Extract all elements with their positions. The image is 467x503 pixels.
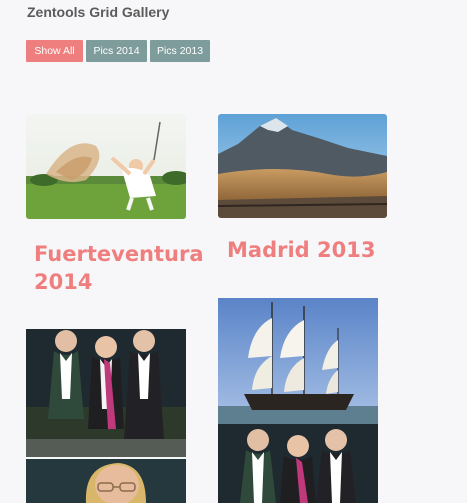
gallery-caption-fuerteventura[interactable]: Fuerteventura 2014 xyxy=(34,240,204,296)
filter-show-all-button[interactable]: Show All xyxy=(26,40,83,62)
filter-pics-2013-button[interactable]: Pics 2013 xyxy=(150,40,210,62)
gallery-image-group-right[interactable] xyxy=(218,424,378,503)
caption-line-2: 2014 xyxy=(34,270,93,294)
caption-line-1: Fuerteventura xyxy=(34,242,204,266)
gallery-image-volcano[interactable] xyxy=(218,114,387,218)
gallery-image-tall-ship[interactable] xyxy=(218,298,378,424)
gallery-image-group-left[interactable] xyxy=(26,329,186,457)
gallery-image-portrait[interactable] xyxy=(26,459,186,503)
gallery-title: Zentools Grid Gallery xyxy=(27,4,170,20)
gallery-caption-madrid[interactable]: Madrid 2013 xyxy=(227,236,375,264)
gallery-image-golfer[interactable] xyxy=(26,114,186,219)
filter-pics-2014-button[interactable]: Pics 2014 xyxy=(86,40,147,62)
